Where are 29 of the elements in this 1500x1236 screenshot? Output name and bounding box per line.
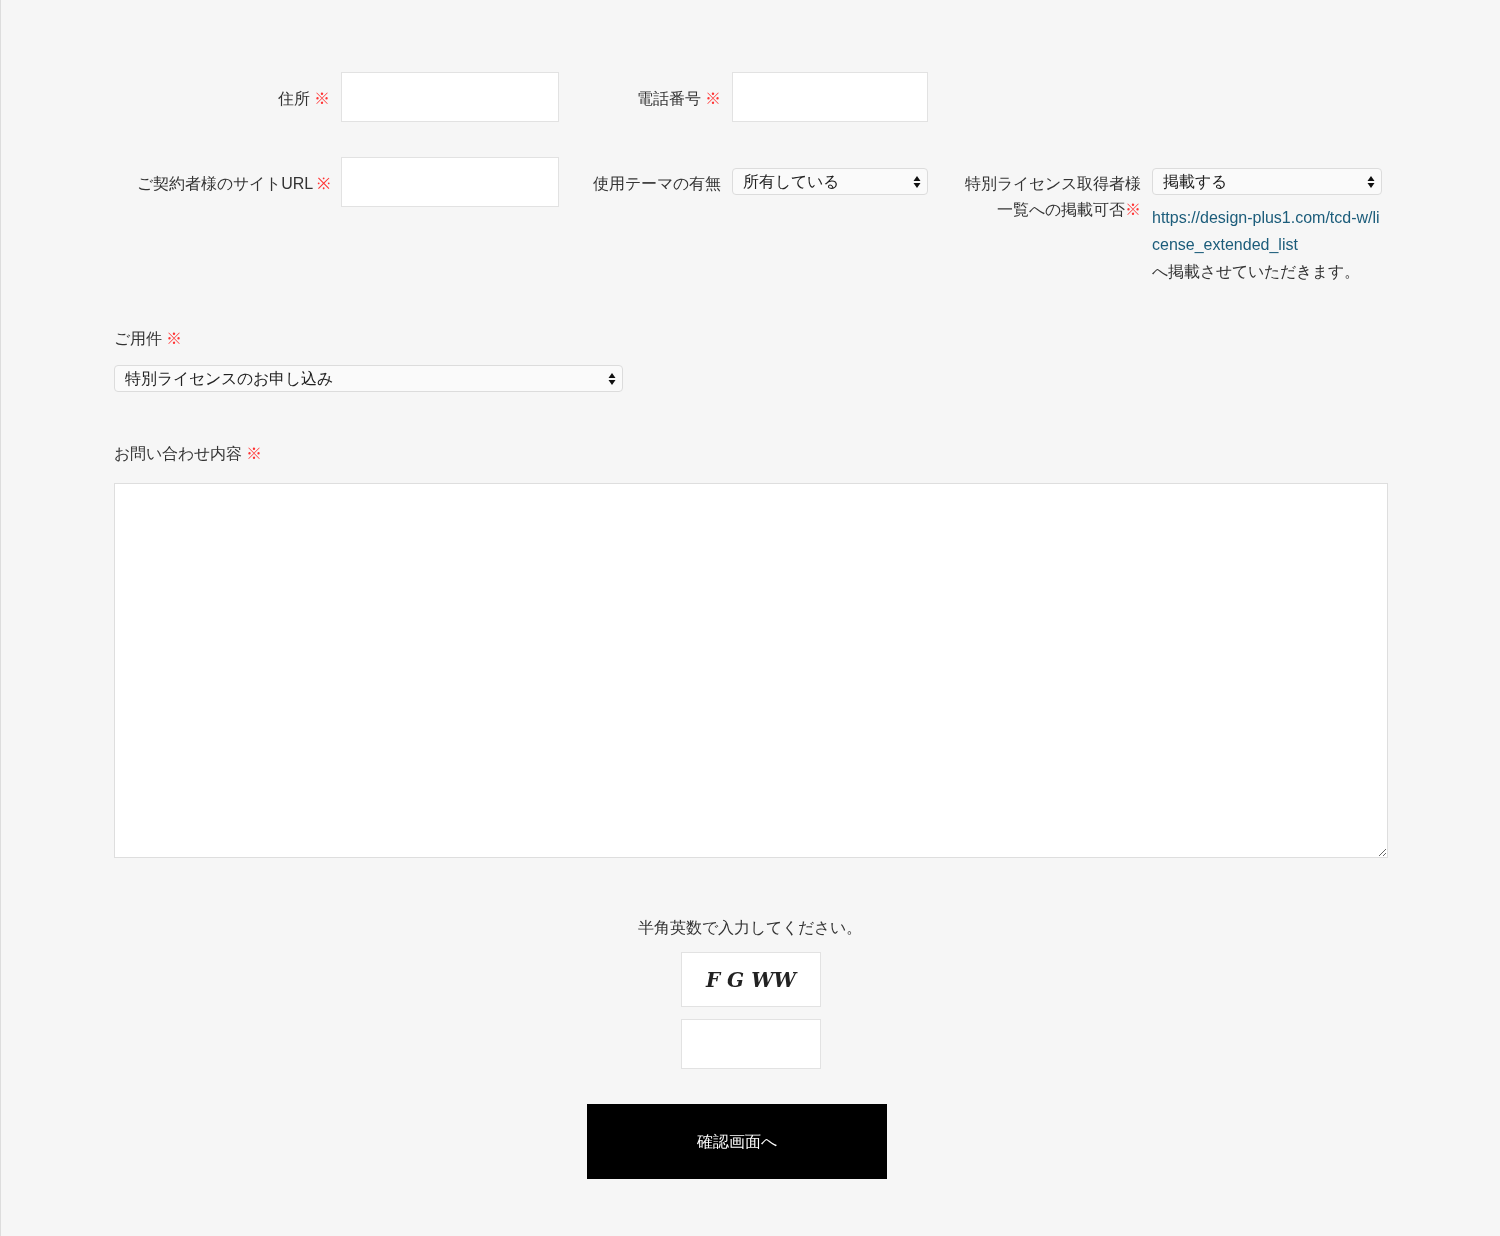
dropdown-arrows-icon bbox=[608, 371, 616, 386]
dropdown-arrows-icon bbox=[913, 174, 921, 189]
message-textarea[interactable] bbox=[114, 483, 1388, 858]
list-link[interactable]: https://design-plus1.com/tcd-w/license_extended_list bbox=[1152, 204, 1382, 258]
field-label: ご契約者様のサイトURL ※ bbox=[137, 174, 330, 194]
text-input-field[interactable] bbox=[732, 72, 928, 122]
required-mark: ※ bbox=[246, 445, 263, 462]
required-mark: ※ bbox=[1125, 201, 1141, 218]
dropdown-select[interactable]: 所有している bbox=[732, 168, 928, 195]
text-input-field[interactable] bbox=[341, 157, 559, 207]
field-label: 使用テーマの有無 bbox=[593, 174, 721, 194]
dropdown-select[interactable]: 特別ライセンスのお申し込み bbox=[114, 365, 623, 392]
captcha-input-field[interactable] bbox=[681, 1019, 821, 1069]
required-mark: ※ bbox=[317, 175, 330, 192]
required-mark: ※ bbox=[314, 90, 330, 107]
dropdown-arrows-icon bbox=[1367, 174, 1375, 189]
field-label: 住所 ※ bbox=[277, 89, 330, 109]
note-text: https://design-plus1.com/tcd-w/license_extended_list へ掲載させていただきます。 bbox=[1152, 204, 1382, 285]
captcha-prompt: 半角英数で入力してください。 bbox=[638, 918, 862, 938]
field-label: ご用件 ※ bbox=[114, 330, 183, 347]
required-mark: ※ bbox=[166, 330, 183, 347]
field-label: 電話番号 ※ bbox=[636, 89, 721, 109]
captcha-image: F G WW bbox=[681, 952, 821, 1007]
field-label: 特別ライセンス取得者様一覧への掲載可否※ bbox=[964, 174, 1141, 220]
text-input-field[interactable] bbox=[341, 72, 559, 122]
dropdown-select[interactable]: 掲載する bbox=[1152, 168, 1382, 195]
field-label: お問い合わせ内容 ※ bbox=[114, 445, 263, 462]
required-mark: ※ bbox=[705, 90, 721, 107]
confirm-button[interactable]: 確認画面へ bbox=[586, 1104, 887, 1179]
